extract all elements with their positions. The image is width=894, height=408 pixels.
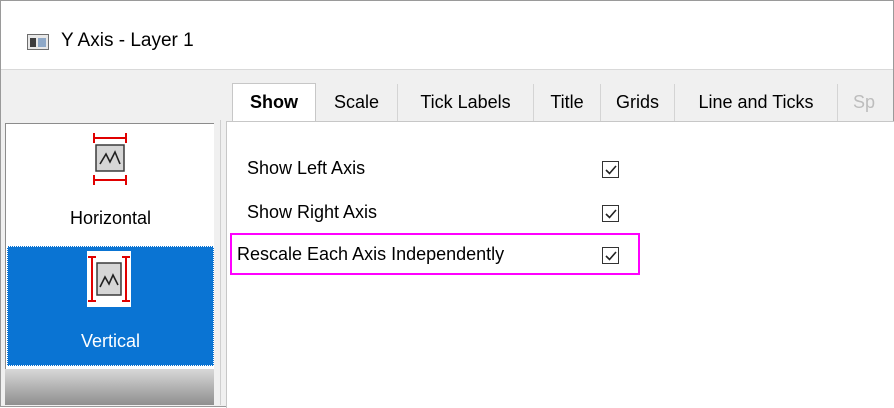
checkmark-icon <box>605 209 617 219</box>
axis-list: Horizontal Vertical <box>5 123 214 383</box>
show-left-axis-label: Show Left Axis <box>247 158 366 178</box>
axis-item-horizontal[interactable]: Horizontal <box>7 124 214 244</box>
tab-scale[interactable]: Scale <box>316 84 398 121</box>
rescale-independently-label: Rescale Each Axis Independently <box>237 244 505 264</box>
tab-show[interactable]: Show <box>232 83 316 122</box>
axis-item-vertical[interactable]: Vertical <box>7 246 214 366</box>
list-scroll-shadow <box>5 369 214 405</box>
window-title: Y Axis - Layer 1 <box>61 30 194 51</box>
checkmark-icon <box>605 165 617 175</box>
show-left-axis-checkbox[interactable] <box>602 161 619 178</box>
show-right-axis-label: Show Right Axis <box>247 202 378 222</box>
tab-tick-labels[interactable]: Tick Labels <box>398 84 534 121</box>
tab-special-truncated[interactable]: Sp <box>847 84 879 121</box>
tab-title[interactable]: Title <box>534 84 601 121</box>
window-app-icon <box>27 34 49 50</box>
axis-item-vertical-label: Vertical <box>80 331 141 351</box>
show-tab-content: Show Left Axis Show Right Axis Rescale E… <box>226 121 894 408</box>
checkmark-icon <box>605 251 617 261</box>
show-right-axis-checkbox[interactable] <box>602 205 619 222</box>
title-bar: Y Axis - Layer 1 <box>1 1 893 70</box>
vertical-axis-icon <box>87 251 131 312</box>
tab-grids[interactable]: Grids <box>601 84 675 121</box>
axis-item-horizontal-label: Horizontal <box>69 208 152 228</box>
rescale-independently-checkbox[interactable] <box>602 247 619 264</box>
tab-line-and-ticks[interactable]: Line and Ticks <box>675 84 838 121</box>
horizontal-axis-icon <box>90 128 130 197</box>
panel-divider <box>220 120 221 405</box>
